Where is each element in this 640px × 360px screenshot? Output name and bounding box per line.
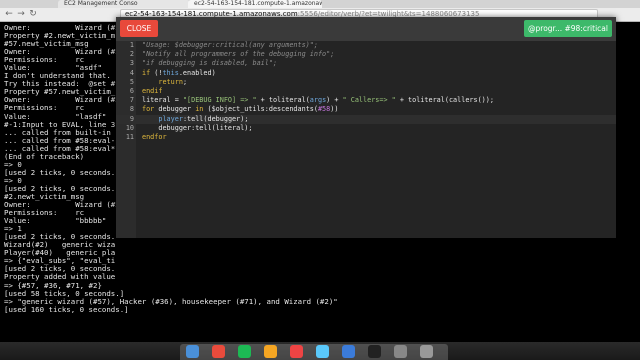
code-line[interactable]: 11 endfor [116,133,616,142]
code-line[interactable]: 9 player:tell(debugger); [116,114,616,124]
code-token: "if debugging is disabled, bail"; [142,59,278,68]
code-line[interactable]: 3 "if debugging is disabled, bail"; [116,59,616,68]
code-token: + toliteral(callers()); [395,96,494,105]
code-token: :tell(debugger); [182,114,249,123]
code-token: (! [150,68,163,77]
code-line[interactable]: 2 "Notify all programmers of the debuggin… [116,50,616,59]
code-token: )) [330,105,339,114]
verb-editor-modal: CLOSE @progr... #98:critical 1 "Usage: $d… [116,17,616,238]
code-token: "Usage: $debugger:critical(any arguments… [142,41,318,49]
settings-icon[interactable] [394,345,407,358]
code-token: "[DEBUG INFO] => " [182,96,257,105]
line-number: 3 [129,59,134,68]
back-icon[interactable]: ← [4,9,14,20]
code-token: endif [142,86,163,95]
dock [180,344,448,360]
code-token: if [142,68,151,77]
code-token: .enabled) [178,68,216,77]
line-number: 7 [129,96,134,105]
code-line[interactable]: 8 for debugger in ($object_utils:descenda… [116,105,616,114]
line-number: 2 [129,50,134,59]
tab-ec2-console[interactable]: EC2 Management Conso [58,0,190,8]
mail-icon[interactable] [342,345,355,358]
line-number: 11 [125,132,134,141]
code-token: ) + [326,96,343,105]
code-line[interactable]: 10 debugger:tell(literal); [116,124,616,133]
code-line[interactable]: 1 "Usage: $debugger:critical(any argument… [116,41,616,50]
calendar-icon[interactable] [290,345,303,358]
code-line[interactable]: 6 endif [116,87,616,96]
code-token: for [142,105,155,114]
code-line[interactable]: 4 if (!this.enabled) [116,69,616,78]
terminal-icon[interactable] [368,345,381,358]
terminal-line: [used 160 ticks, 0 seconds.] [4,304,129,314]
finder-icon[interactable] [186,345,199,358]
close-button[interactable]: CLOSE [120,20,158,37]
line-number: 10 [125,123,134,132]
code-text: "Notify all programmers of the debugging… [142,50,334,59]
code-text: "if debugging is disabled, bail"; [142,59,277,68]
code-text: if (!this.enabled) [142,69,216,78]
trash-icon[interactable] [420,345,433,358]
reload-icon[interactable]: ↻ [28,9,38,20]
code-text: debugger:tell(literal); [142,123,253,133]
code-text: player:tell(debugger); [142,115,248,124]
code-token: ($object_utils:descendants( [203,105,318,114]
line-number: 1 [129,41,134,49]
code-token: literal = [142,96,183,105]
code-token: "Notify all programmers of the debugging… [142,50,335,59]
code-token: " Callers=> " [342,96,396,105]
code-token: endfor [142,132,167,141]
code-token: + toliteral( [256,96,310,105]
code-text: endfor [142,133,167,142]
code-lines: 1 "Usage: $debugger:critical(any argument… [116,41,616,142]
code-token: player [158,114,183,123]
messages-icon[interactable] [316,345,329,358]
code-token: debugger:tell(literal); [142,123,253,132]
code-text: literal = "[DEBUG INFO] => " + toliteral… [142,96,494,105]
code-token: #58 [317,105,331,114]
code-line[interactable]: 7 literal = "[DEBUG INFO] => " + tolitera… [116,96,616,105]
tab-editor[interactable]: ec2-54-163-154-181.compute-1.amazonaws.c… [188,0,322,8]
forward-icon[interactable]: → [16,9,26,20]
code-token: return [158,77,183,86]
photos-icon[interactable] [264,345,277,358]
line-number: 9 [129,114,134,123]
code-editor[interactable]: 1 "Usage: $debugger:critical(any argument… [116,41,616,238]
code-text: "Usage: $debugger:critical(any arguments… [142,41,318,50]
line-number: 8 [129,105,134,114]
code-text: return; [142,78,187,87]
line-number: 5 [129,77,134,86]
verb-name-button[interactable]: @progr... #98:critical [524,20,612,37]
code-token: debugger [154,105,196,114]
code-token: args [309,96,327,105]
spotify-icon[interactable] [238,345,251,358]
code-text: for debugger in ($object_utils:descendan… [142,105,338,114]
code-line[interactable]: 5 return; [116,78,616,87]
tab-bar: EC2 Management Conso ec2-54-163-154-181.… [0,0,640,8]
modal-header: CLOSE @progr... #98:critical [116,17,616,41]
line-number: 6 [129,86,134,95]
code-token: ; [182,77,188,86]
code-text: endif [142,87,162,96]
line-number: 4 [129,68,134,77]
code-token: this [162,68,179,77]
chrome-icon[interactable] [212,345,225,358]
